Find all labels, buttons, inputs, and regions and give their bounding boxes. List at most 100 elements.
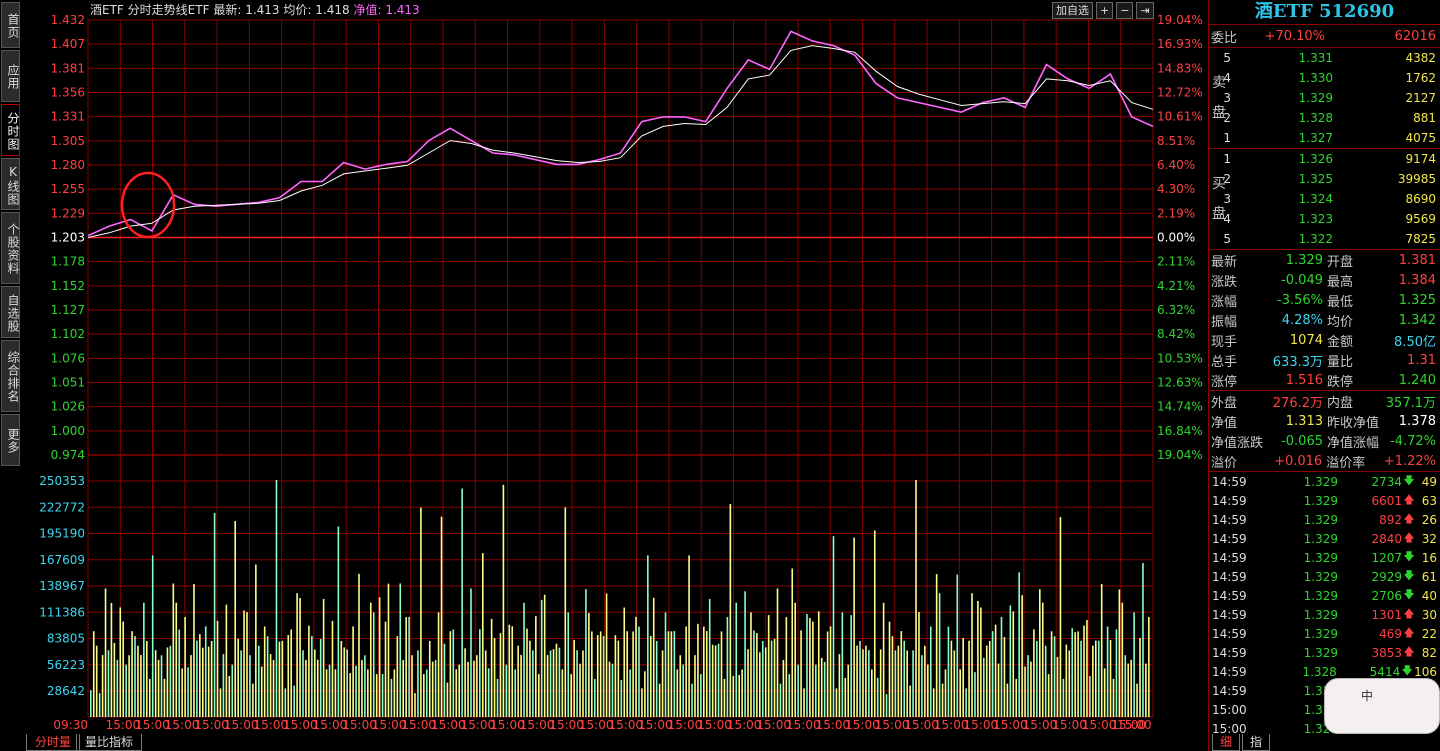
volume-bar xyxy=(481,553,484,717)
volume-bar xyxy=(1062,678,1065,717)
zoom-in-button[interactable]: + xyxy=(1096,2,1114,19)
volume-bar xyxy=(815,664,817,717)
order-book-row[interactable]: 5 1.331 4382 xyxy=(1209,48,1440,68)
order-book-row[interactable]: 4 1.330 1762 xyxy=(1209,68,1440,88)
volume-bar xyxy=(1006,683,1009,717)
trade-row: 14:59 1.329 892 🡅 26 xyxy=(1209,510,1440,529)
order-book-row[interactable]: 2 1.325 39985 xyxy=(1209,169,1440,189)
trade-volume: 6601 xyxy=(1371,493,1402,508)
volume-bar xyxy=(199,634,201,717)
volume-bar xyxy=(803,688,805,717)
volume-bar xyxy=(947,626,950,717)
volume-bar xyxy=(414,693,416,717)
trade-time: 14:59 xyxy=(1212,588,1247,603)
ask-book: 卖盘 5 1.331 4382 4 1.330 1762 3 1.329 2127 2 1.328 8… xyxy=(1209,48,1440,149)
volume-bar xyxy=(517,645,519,717)
volume-bar xyxy=(629,669,631,717)
volume-bar xyxy=(635,616,637,717)
volume-bar xyxy=(305,659,307,717)
volume-bar xyxy=(1115,629,1118,717)
intraday-chart[interactable]: 1.432 19.04% 1.407 16.93% 1.381 14.83% 1.356 12… xyxy=(0,0,1208,734)
volume-bar xyxy=(540,599,543,717)
trade-price: 1.329 xyxy=(1303,531,1338,546)
quote-row: 总手 633.3万 量比 1.31 xyxy=(1209,350,1440,370)
quote-row: 涨幅 -3.56% 最低 1.325 xyxy=(1209,290,1440,310)
quote-value: 1.384 xyxy=(1398,272,1436,288)
volume-bar xyxy=(1018,572,1020,717)
volume-bar xyxy=(408,616,410,717)
volume-bar xyxy=(879,649,882,717)
volume-bar xyxy=(387,583,390,717)
volume-bar xyxy=(962,638,964,717)
tab-intraday-volume[interactable]: 分时量 xyxy=(26,734,81,751)
widget-label: 中 xyxy=(1361,689,1374,703)
order-book-row[interactable]: 3 1.329 2127 xyxy=(1209,88,1440,108)
trade-row: 14:59 1.329 3853 🡅 82 xyxy=(1209,643,1440,662)
quote-value: 4.28% xyxy=(1281,312,1323,328)
volume-bar xyxy=(178,629,181,717)
tab-volume-ratio[interactable]: 量比指标 xyxy=(76,734,143,751)
quote-label: 总手 xyxy=(1211,354,1238,370)
volume-bar xyxy=(322,598,325,717)
quote-value: 276.2万 xyxy=(1272,395,1323,411)
level: 5 xyxy=(1223,51,1231,65)
exit-icon[interactable]: ⇥ xyxy=(1136,2,1154,19)
volume-bar xyxy=(703,626,705,717)
quote-row: 最新 1.329 开盘 1.381 xyxy=(1209,250,1440,270)
volume-bar xyxy=(343,647,346,717)
volume-bar xyxy=(134,636,136,717)
order-book-row[interactable]: 1 1.327 4075 xyxy=(1209,128,1440,148)
pct-tick-label: 6.40% xyxy=(1157,158,1195,172)
floating-widget[interactable]: 中 xyxy=(1324,678,1440,734)
volume-bar xyxy=(175,602,178,717)
trade-price: 1.329 xyxy=(1303,569,1338,584)
trade-price: 1.328 xyxy=(1302,664,1337,679)
trade-time: 14:59 xyxy=(1212,531,1247,546)
volume-bar xyxy=(1044,645,1047,717)
volume-bar xyxy=(820,657,823,717)
tab-index[interactable]: 指 xyxy=(1242,734,1271,751)
trade-volume: 5414 xyxy=(1369,664,1401,679)
price: 1.322 xyxy=(1298,232,1333,246)
volume-bar xyxy=(918,612,920,717)
volume-bar xyxy=(729,503,732,717)
volume-tick-label: 56223 xyxy=(47,658,85,672)
order-book-row[interactable]: 3 1.324 8690 xyxy=(1209,189,1440,209)
volume: 2127 xyxy=(1405,91,1436,105)
volume-bar xyxy=(994,624,997,717)
volume-bar xyxy=(128,655,130,717)
volume-bar xyxy=(243,610,245,717)
quote-value: 1.329 xyxy=(1285,252,1323,268)
volume-bar xyxy=(585,589,587,717)
order-book-row[interactable]: 1 1.326 9174 xyxy=(1209,149,1440,169)
order-book-row[interactable]: 5 1.322 7825 xyxy=(1209,229,1440,249)
zoom-out-button[interactable]: − xyxy=(1116,2,1134,19)
arrow-up-icon: 🡅 xyxy=(1403,493,1415,506)
volume-bar xyxy=(1130,659,1132,717)
volume-bar xyxy=(1056,656,1059,717)
trade-time: 14:59 xyxy=(1212,569,1247,584)
volume-tick-label: 138967 xyxy=(39,579,85,593)
volume-bar xyxy=(641,688,643,717)
price-tick-label: 1.331 xyxy=(51,110,85,124)
volume-bar xyxy=(119,607,122,717)
volume-bar xyxy=(201,647,204,717)
volume-bar xyxy=(479,629,481,717)
add-watchlist-button[interactable]: 加自选 xyxy=(1052,2,1093,19)
volume-bar xyxy=(891,636,894,717)
order-book-row[interactable]: 2 1.328 881 xyxy=(1209,108,1440,128)
ratio-diff: 62016 xyxy=(1394,28,1436,44)
quote-label: 净值 xyxy=(1211,415,1238,431)
volume-bar xyxy=(334,669,337,717)
time-label: 15:00 xyxy=(1117,718,1152,732)
volume-bar xyxy=(652,597,655,717)
trade-count: 61 xyxy=(1421,569,1437,584)
volume-bar xyxy=(617,640,620,717)
volume-bar xyxy=(107,650,110,717)
volume-bar xyxy=(764,647,767,717)
tab-detail[interactable]: 细 xyxy=(1212,734,1241,751)
volume: 4382 xyxy=(1405,51,1436,65)
order-book-row[interactable]: 4 1.323 9569 xyxy=(1209,209,1440,229)
volume-bar xyxy=(1053,636,1056,717)
volume-bar xyxy=(490,618,493,717)
